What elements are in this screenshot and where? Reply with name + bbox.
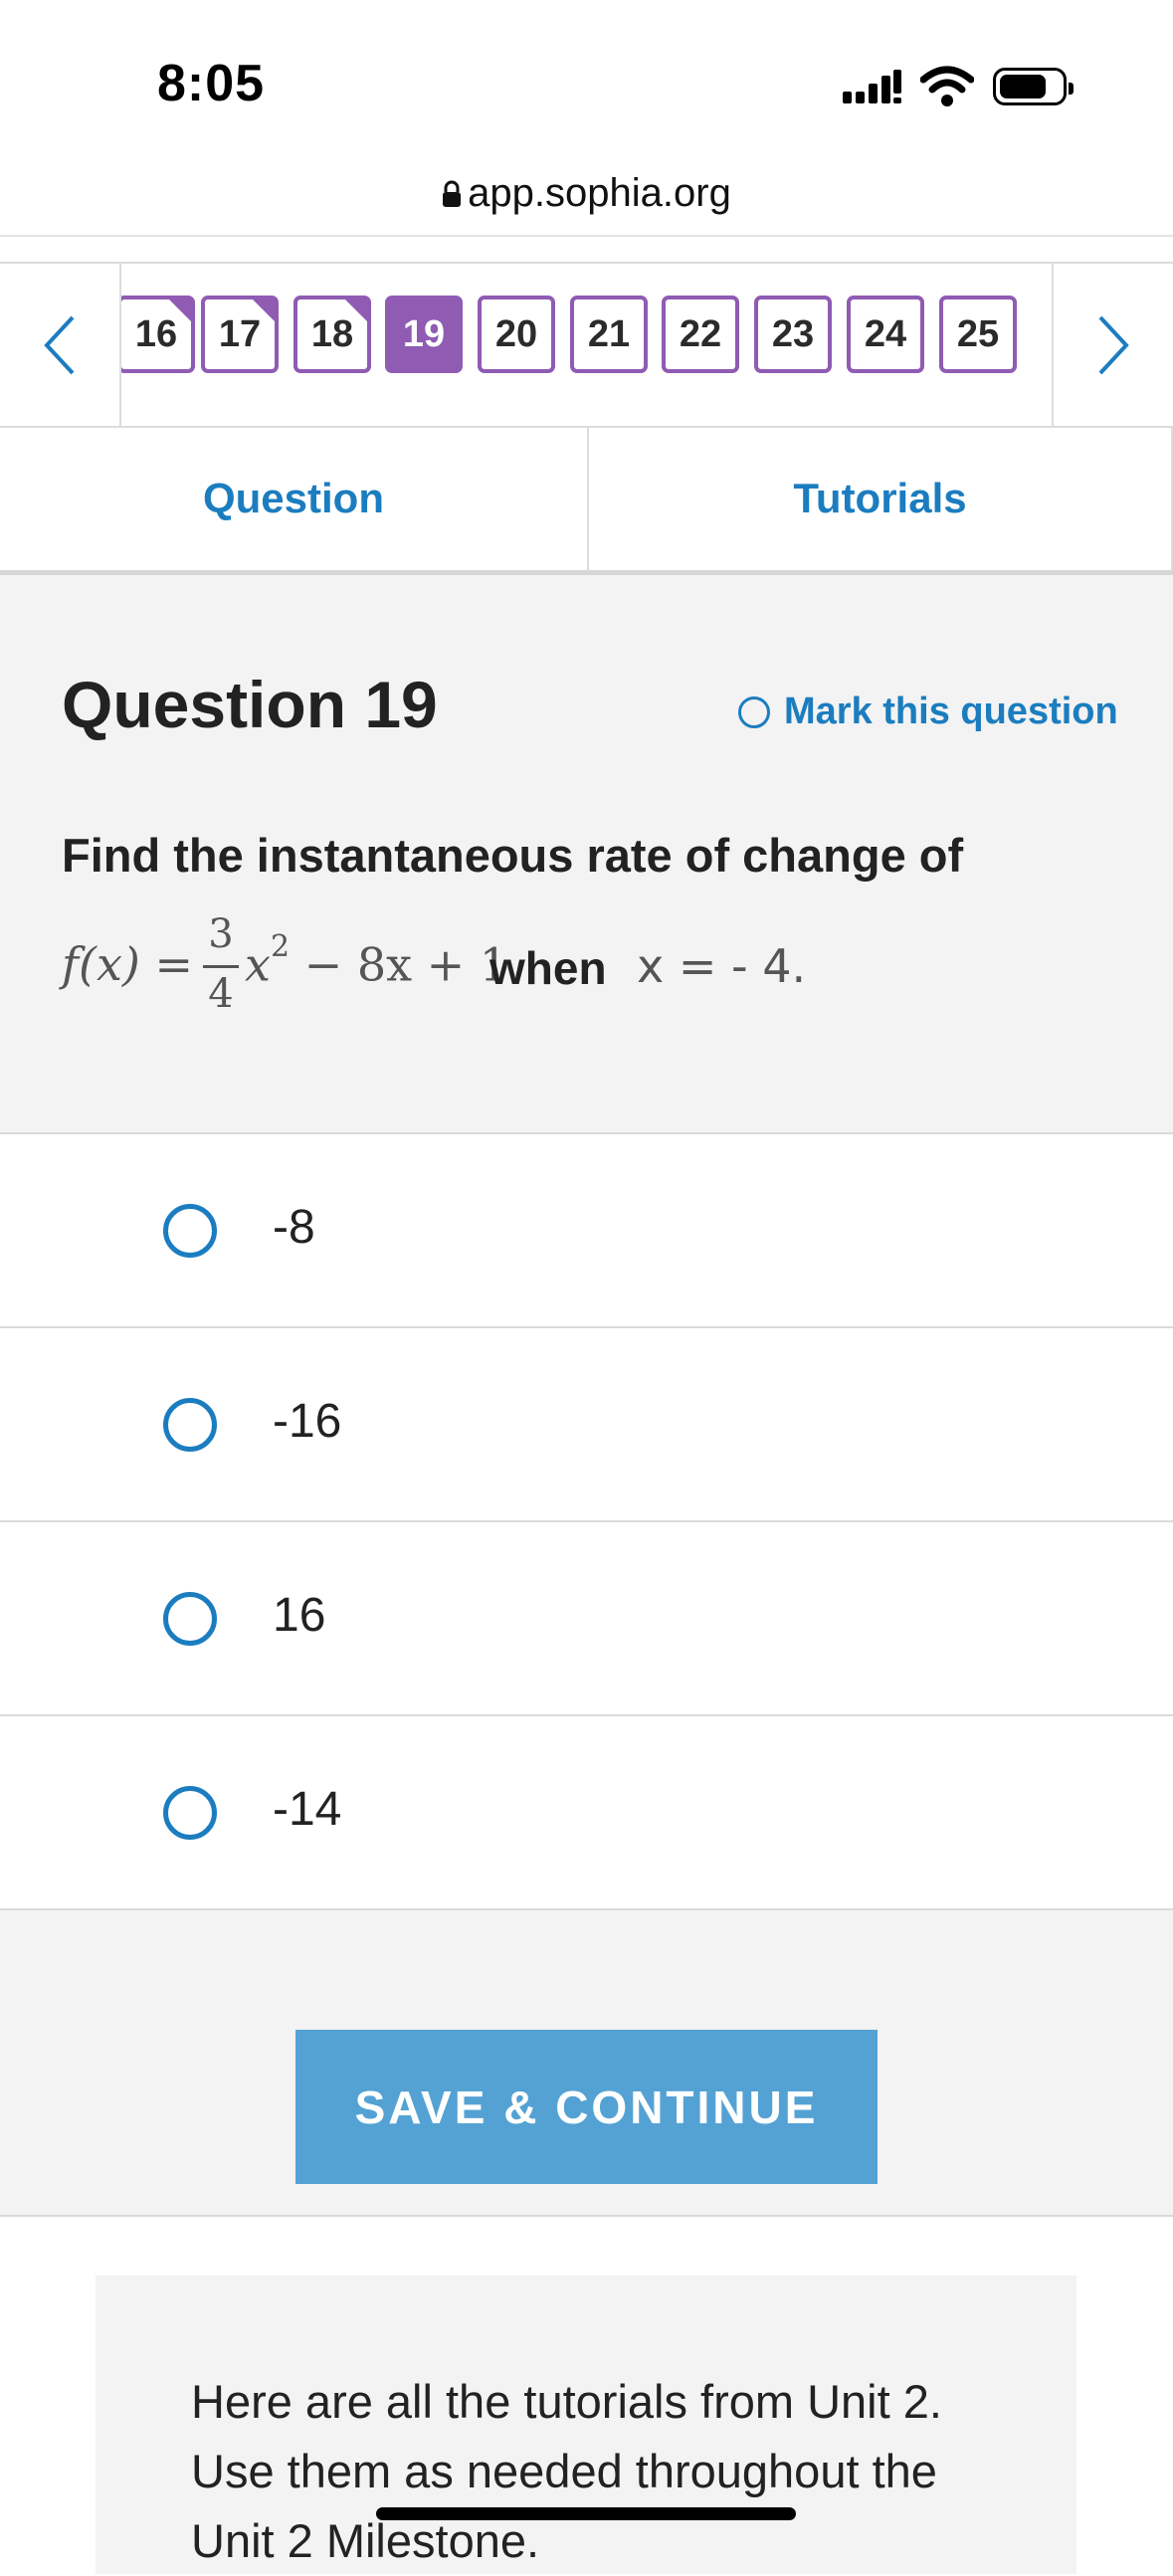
battery-icon (993, 68, 1074, 105)
tab-question[interactable]: Question (0, 426, 589, 570)
divider (0, 235, 1173, 237)
question-chip-18[interactable]: 18 (293, 296, 371, 373)
question-chip-25[interactable]: 25 (939, 296, 1017, 373)
status-bar: 8:05 app.sophia.org (0, 0, 1173, 215)
mark-question-label: Mark this question (784, 691, 1118, 732)
answer-option[interactable]: -14 (0, 1716, 1173, 1910)
fraction-denominator: 4 (208, 971, 234, 1017)
lock-icon (443, 180, 462, 207)
answer-label: -16 (273, 1395, 342, 1448)
answered-flag-icon (343, 297, 369, 323)
answer-label: -8 (273, 1201, 315, 1254)
previous-questions-button[interactable] (0, 264, 121, 426)
cellular-signal-icon (843, 70, 901, 103)
mark-circle-icon (738, 695, 770, 728)
answer-option[interactable]: -16 (0, 1328, 1173, 1522)
url-text: app.sophia.org (468, 171, 731, 215)
fraction-bar (203, 965, 239, 968)
question-prompt: Find the instantaneous rate of change of (62, 829, 964, 882)
question-chip-16[interactable]: 16 (121, 296, 195, 373)
question-chip-22[interactable]: 22 (662, 296, 739, 373)
question-chips: 16 17 18 19 20 21 22 23 24 25 (121, 296, 1052, 375)
status-time: 8:05 (157, 55, 266, 112)
question-chip-24[interactable]: 24 (847, 296, 924, 373)
formula-lhs: f(x) = (62, 937, 194, 991)
save-area: SAVE & CONTINUE (0, 1910, 1173, 2217)
radio-button[interactable] (163, 1786, 217, 1840)
formula-condition: x = - 4. (637, 939, 807, 993)
mark-question-button[interactable]: Mark this question (738, 691, 1118, 733)
question-chip-21[interactable]: 21 (570, 296, 648, 373)
tutorials-info-card: Here are all the tutorials from Unit 2. … (96, 2276, 1076, 2574)
radio-button[interactable] (163, 1398, 217, 1452)
answer-option[interactable]: -8 (0, 1134, 1173, 1328)
question-chip-23[interactable]: 23 (754, 296, 832, 373)
answer-option[interactable]: 16 (0, 1522, 1173, 1716)
chevron-left-icon (44, 315, 75, 374)
radio-button[interactable] (163, 1204, 217, 1258)
question-panel: Question 19 Mark this question Find the … (0, 575, 1173, 1134)
question-navigator: 16 17 18 19 20 21 22 23 24 25 (0, 262, 1173, 428)
next-questions-button[interactable] (1052, 264, 1173, 426)
answered-flag-icon (167, 297, 193, 323)
address-bar[interactable]: app.sophia.org (0, 171, 1173, 216)
radio-button[interactable] (163, 1592, 217, 1646)
tab-bar: Question Tutorials (0, 426, 1173, 575)
question-chip-20[interactable]: 20 (478, 296, 555, 373)
home-indicator[interactable] (376, 2507, 796, 2520)
question-title: Question 19 (62, 668, 438, 741)
tutorials-info-text: Here are all the tutorials from Unit 2. … (191, 2375, 942, 2567)
answered-flag-icon (251, 297, 277, 323)
wifi-icon (920, 66, 974, 106)
question-chip-19[interactable]: 19 (385, 296, 463, 373)
answer-label: 16 (273, 1589, 326, 1642)
answer-label: -14 (273, 1783, 342, 1836)
formula-when: when (489, 942, 607, 994)
question-chip-17[interactable]: 17 (201, 296, 279, 373)
formula-rest: x2 − 8x + 1 (245, 929, 509, 992)
chevron-right-icon (1098, 315, 1129, 374)
save-continue-button[interactable]: SAVE & CONTINUE (295, 2030, 878, 2184)
fraction-numerator: 3 (208, 911, 234, 957)
tab-tutorials[interactable]: Tutorials (589, 426, 1173, 570)
